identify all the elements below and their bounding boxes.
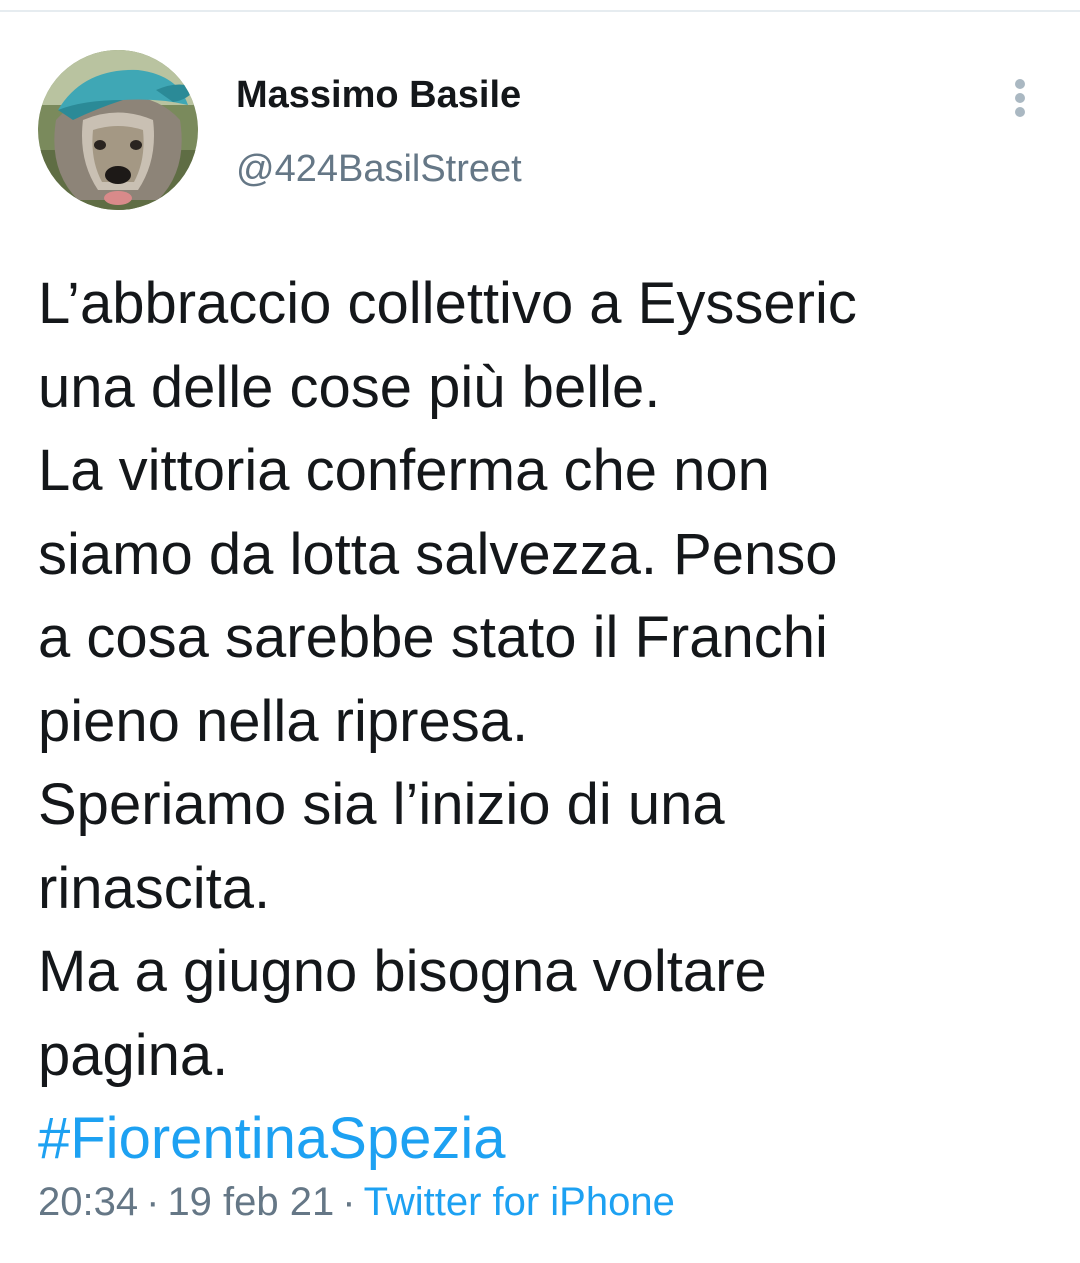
tweet-text-line: siamo da lotta salvezza. Penso (38, 521, 838, 587)
tweet-text-line: Speriamo sia l’inizio di una (38, 772, 725, 837)
tweet-text-line: Ma a giugno bisogna voltare (38, 939, 767, 1004)
more-options-button[interactable] (996, 74, 1044, 122)
author-handle[interactable]: @424BasilStreet (236, 146, 522, 192)
dog-avatar-icon (38, 50, 198, 210)
author-name[interactable]: Massimo Basile (236, 72, 521, 118)
tweet: Massimo Basile @424BasilStreet L’abbracc… (0, 12, 1080, 1263)
tweet-text-line: pagina. (38, 1022, 229, 1088)
tweet-source-link[interactable]: Twitter for iPhone (364, 1180, 675, 1224)
hashtag-link[interactable]: #FiorentinaSpezia (38, 1097, 1048, 1181)
avatar[interactable] (38, 50, 198, 210)
tweet-text-line: La vittoria conferma che non (38, 438, 770, 503)
tweet-date[interactable]: 19 feb 21 (167, 1180, 334, 1224)
tweet-text-line: rinascita. (38, 855, 271, 921)
meta-separator: · (146, 1180, 160, 1224)
tweet-text-line: pieno nella ripresa. (38, 688, 529, 754)
tweet-text-line: una delle cose più belle. (38, 354, 661, 420)
meta-separator: · (342, 1180, 356, 1224)
tweet-text: L’abbraccio collettivo a Eysseric una de… (38, 262, 1048, 1181)
tweet-text-line: L’abbraccio collettivo a Eysseric (38, 271, 857, 336)
more-vertical-icon (1015, 79, 1025, 117)
tweet-meta: 20:34 · 19 feb 21 · Twitter for iPhone (38, 1178, 675, 1226)
tweet-text-line: a cosa sarebbe stato il Franchi (38, 605, 828, 670)
tweet-time[interactable]: 20:34 (38, 1180, 138, 1224)
